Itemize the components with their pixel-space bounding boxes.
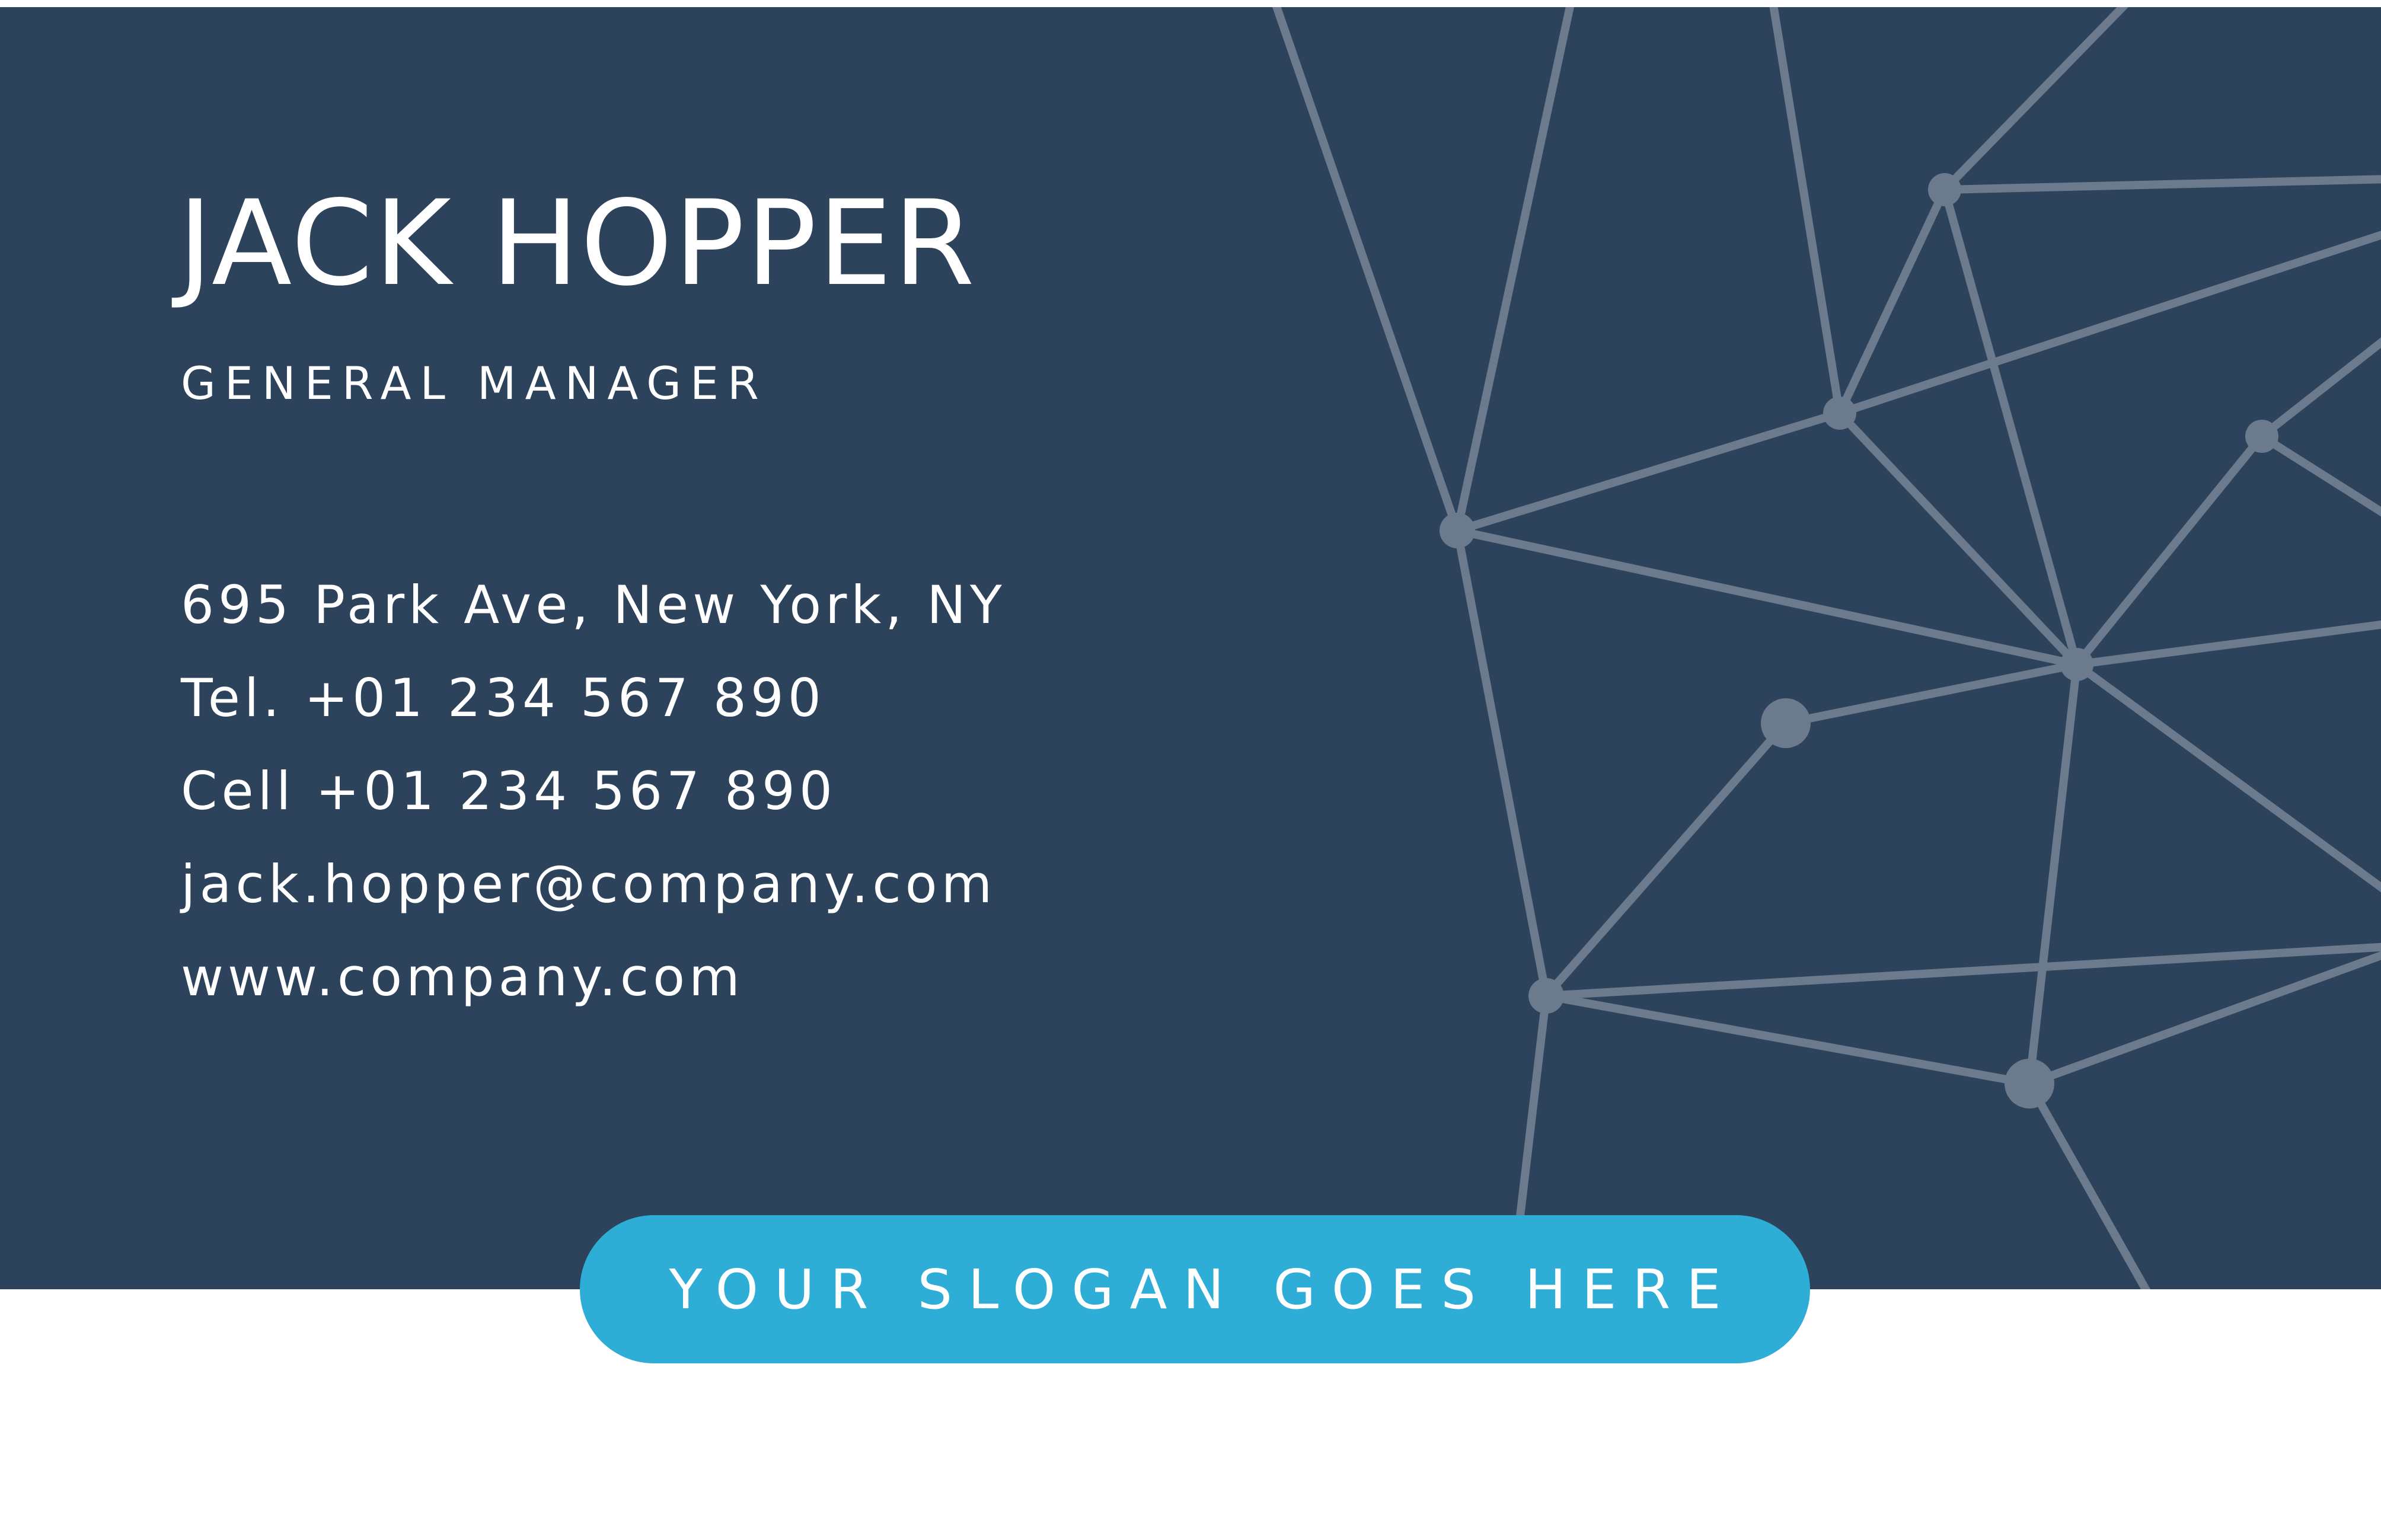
- slogan-text: YOUR SLOGAN GOES HERE: [669, 1257, 1737, 1321]
- slogan-banner: YOUR SLOGAN GOES HERE: [580, 1215, 1810, 1363]
- website-line: www.company.com: [181, 947, 744, 1008]
- telephone-line: Tel. +01 234 567 890: [181, 667, 825, 729]
- cell-line: Cell +01 234 567 890: [181, 761, 837, 822]
- address-line: 695 Park Ave, New York, NY: [181, 574, 1006, 635]
- job-title: GENERAL MANAGER: [181, 357, 768, 410]
- card-front-panel: JACK HOPPER GENERAL MANAGER 695 Park Ave…: [0, 7, 2381, 1289]
- contact-details: 695 Park Ave, New York, NY Tel. +01 234 …: [181, 558, 1006, 1024]
- top-edge: [0, 0, 2381, 7]
- email-line: jack.hopper@company.com: [181, 854, 997, 915]
- person-name: JACK HOPPER: [178, 175, 976, 312]
- business-card-page: JACK HOPPER GENERAL MANAGER 695 Park Ave…: [0, 0, 2381, 1540]
- network-lines: [1272, 7, 2381, 1289]
